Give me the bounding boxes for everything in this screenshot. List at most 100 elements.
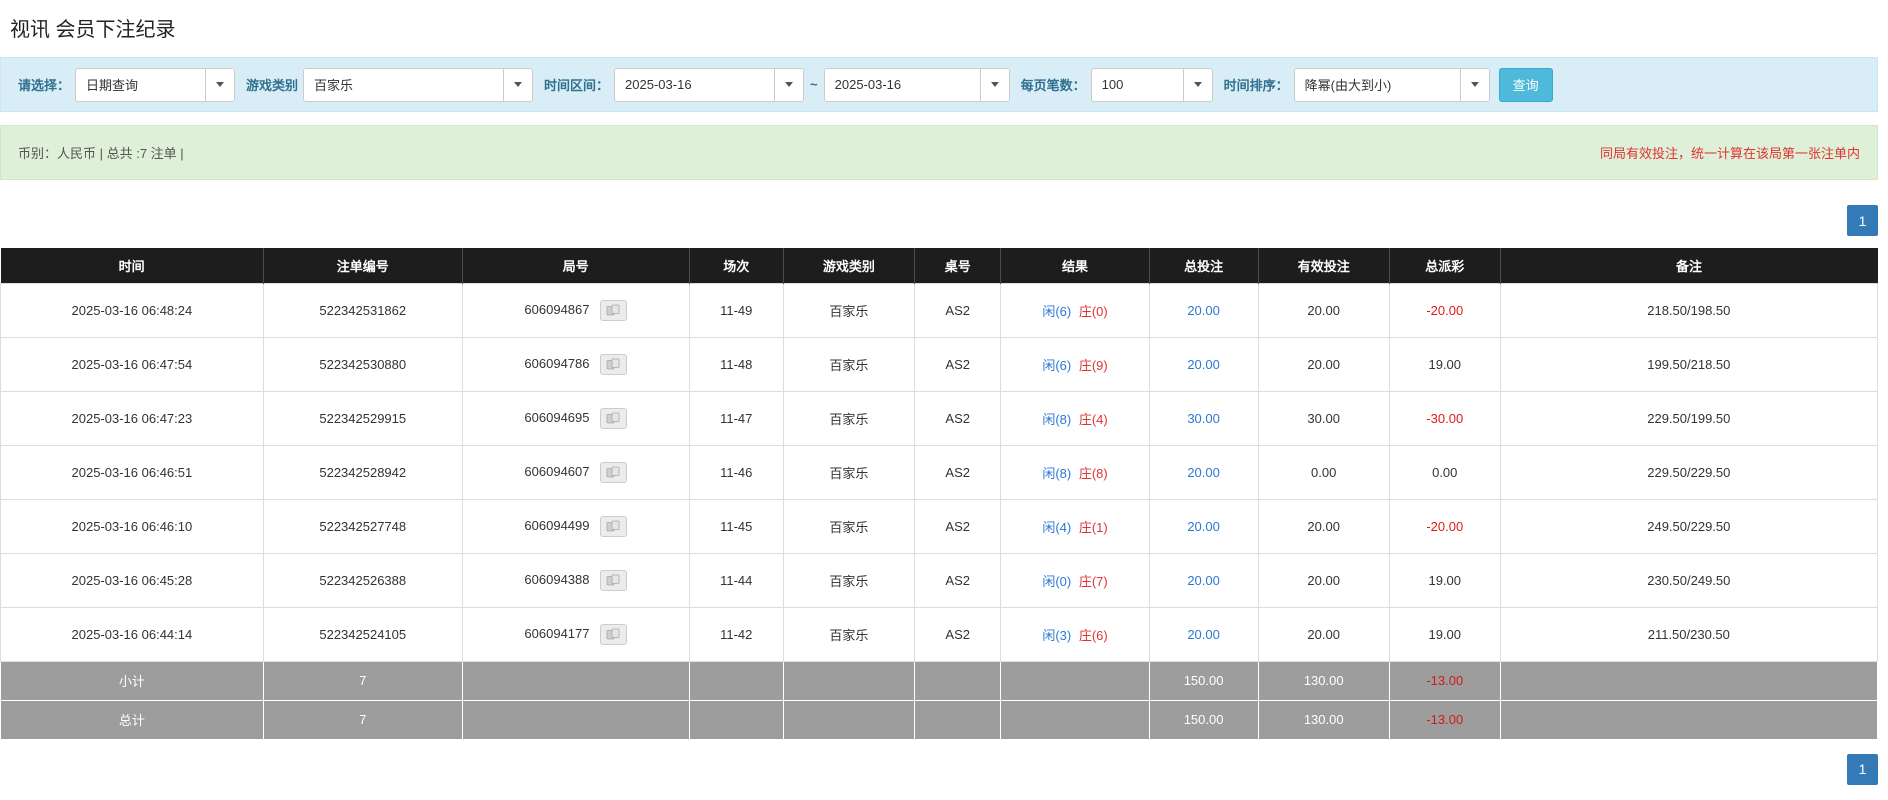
- subtotal-total-bet: 150.00: [1149, 661, 1258, 700]
- result-cell: 闲(8) 庄(4): [1001, 391, 1149, 445]
- total-bet-cell: 20.00: [1149, 337, 1258, 391]
- chevron-down-icon: [785, 82, 793, 87]
- round-cell: 606094177: [462, 607, 689, 661]
- table-no-cell: AS2: [915, 499, 1001, 553]
- payout-cell: -20.00: [1389, 283, 1500, 337]
- subtotal-valid-bet: 130.00: [1258, 661, 1389, 700]
- cards-icon[interactable]: [600, 570, 627, 591]
- bet-id-cell: 522342529915: [263, 391, 462, 445]
- page-size-select[interactable]: 100: [1091, 68, 1213, 102]
- page-1-button[interactable]: 1: [1847, 754, 1878, 785]
- remark-cell: 229.50/199.50: [1500, 391, 1877, 445]
- total-bet-link[interactable]: 20.00: [1187, 303, 1220, 318]
- footer-empty-cell: [915, 661, 1001, 700]
- query-button[interactable]: 查询: [1499, 68, 1553, 102]
- round-id: 606094867: [524, 301, 589, 316]
- game-type-dropdown-button[interactable]: [503, 69, 532, 101]
- sort-order-dropdown-button[interactable]: [1460, 69, 1489, 101]
- total-count: 7: [263, 700, 462, 739]
- page-1-button[interactable]: 1: [1847, 205, 1878, 236]
- chevron-down-icon: [514, 82, 522, 87]
- result-banker: 庄(6): [1079, 628, 1108, 643]
- date-to-dropdown-button[interactable]: [980, 69, 1009, 101]
- valid-bet-cell: 20.00: [1258, 283, 1389, 337]
- round-id: 606094177: [524, 625, 589, 640]
- result-cell: 闲(6) 庄(9): [1001, 337, 1149, 391]
- date-to-select[interactable]: 2025-03-16: [824, 68, 1010, 102]
- cards-icon[interactable]: [600, 516, 627, 537]
- payout-value: 19.00: [1428, 357, 1461, 372]
- col-header-payout: 总派彩: [1389, 248, 1500, 283]
- total-bet-link[interactable]: 20.00: [1187, 357, 1220, 372]
- result-banker: 庄(1): [1079, 520, 1108, 535]
- round-id: 606094499: [524, 517, 589, 532]
- table-row: 2025-03-16 06:47:23 522342529915 6060946…: [1, 391, 1878, 445]
- cards-icon[interactable]: [600, 354, 627, 375]
- total-bet-link[interactable]: 20.00: [1187, 573, 1220, 588]
- total-bet-link[interactable]: 30.00: [1187, 411, 1220, 426]
- cards-icon[interactable]: [600, 462, 627, 483]
- valid-bet-cell: 0.00: [1258, 445, 1389, 499]
- payout-value: -20.00: [1426, 519, 1463, 534]
- valid-bet-cell: 30.00: [1258, 391, 1389, 445]
- valid-bet-note-text: 同局有效投注，统一计算在该局第一张注单内: [1600, 143, 1860, 162]
- table-body: 2025-03-16 06:48:24 522342531862 6060948…: [1, 283, 1878, 661]
- session-cell: 11-44: [689, 553, 783, 607]
- col-header-session: 场次: [689, 248, 783, 283]
- round-id: 606094695: [524, 409, 589, 424]
- game-type-cell: 百家乐: [783, 337, 914, 391]
- round-cell: 606094499: [462, 499, 689, 553]
- table-row: 2025-03-16 06:44:14 522342524105 6060941…: [1, 607, 1878, 661]
- valid-bet-cell: 20.00: [1258, 553, 1389, 607]
- footer-empty-cell: [783, 700, 914, 739]
- round-id: 606094607: [524, 463, 589, 478]
- subtotal-row: 小计 7 150.00 130.00 -13.00: [1, 661, 1878, 700]
- cards-icon[interactable]: [600, 408, 627, 429]
- footer-empty-cell: [915, 700, 1001, 739]
- valid-bet-cell: 20.00: [1258, 337, 1389, 391]
- col-header-game-type: 游戏类别: [783, 248, 914, 283]
- result-player: 闲(6): [1042, 304, 1071, 319]
- chevron-down-icon: [991, 82, 999, 87]
- date-query-dropdown-button[interactable]: [205, 69, 234, 101]
- game-type-select[interactable]: 百家乐: [303, 68, 533, 102]
- table-no-cell: AS2: [915, 337, 1001, 391]
- currency-summary-text: 币别：人民币 | 总共 :7 注单 |: [18, 143, 184, 162]
- result-banker: 庄(7): [1079, 574, 1108, 589]
- time-cell: 2025-03-16 06:45:28: [1, 553, 264, 607]
- round-cell: 606094695: [462, 391, 689, 445]
- sort-order-select[interactable]: 降幂(由大到小): [1294, 68, 1490, 102]
- result-banker: 庄(9): [1079, 358, 1108, 373]
- date-query-select[interactable]: 日期查询: [75, 68, 235, 102]
- col-header-time: 时间: [1, 248, 264, 283]
- bet-id-cell: 522342528942: [263, 445, 462, 499]
- page-size-value: 100: [1092, 69, 1183, 101]
- bet-id-cell: 522342531862: [263, 283, 462, 337]
- time-cell: 2025-03-16 06:46:10: [1, 499, 264, 553]
- cards-icon[interactable]: [600, 624, 627, 645]
- page-size-dropdown-button[interactable]: [1183, 69, 1212, 101]
- col-header-table-no: 桌号: [915, 248, 1001, 283]
- round-id: 606094388: [524, 571, 589, 586]
- result-player: 闲(8): [1042, 466, 1071, 481]
- total-bet-link[interactable]: 20.00: [1187, 465, 1220, 480]
- footer-empty-cell: [462, 661, 689, 700]
- cards-icon[interactable]: [600, 300, 627, 321]
- total-row: 总计 7 150.00 130.00 -13.00: [1, 700, 1878, 739]
- chevron-down-icon: [216, 82, 224, 87]
- table-no-cell: AS2: [915, 607, 1001, 661]
- total-bet-link[interactable]: 20.00: [1187, 627, 1220, 642]
- round-cell: 606094388: [462, 553, 689, 607]
- result-banker: 庄(0): [1079, 304, 1108, 319]
- session-cell: 11-45: [689, 499, 783, 553]
- game-type-cell: 百家乐: [783, 499, 914, 553]
- total-bet-cell: 20.00: [1149, 445, 1258, 499]
- range-separator: ~: [810, 77, 818, 92]
- total-bet-link[interactable]: 20.00: [1187, 519, 1220, 534]
- result-cell: 闲(8) 庄(8): [1001, 445, 1149, 499]
- date-from-select[interactable]: 2025-03-16: [614, 68, 804, 102]
- table-header-row: 时间 注单编号 局号 场次 游戏类别 桌号 结果 总投注 有效投注 总派彩 备注: [1, 248, 1878, 283]
- remark-cell: 211.50/230.50: [1500, 607, 1877, 661]
- table-row: 2025-03-16 06:48:24 522342531862 6060948…: [1, 283, 1878, 337]
- date-from-dropdown-button[interactable]: [774, 69, 803, 101]
